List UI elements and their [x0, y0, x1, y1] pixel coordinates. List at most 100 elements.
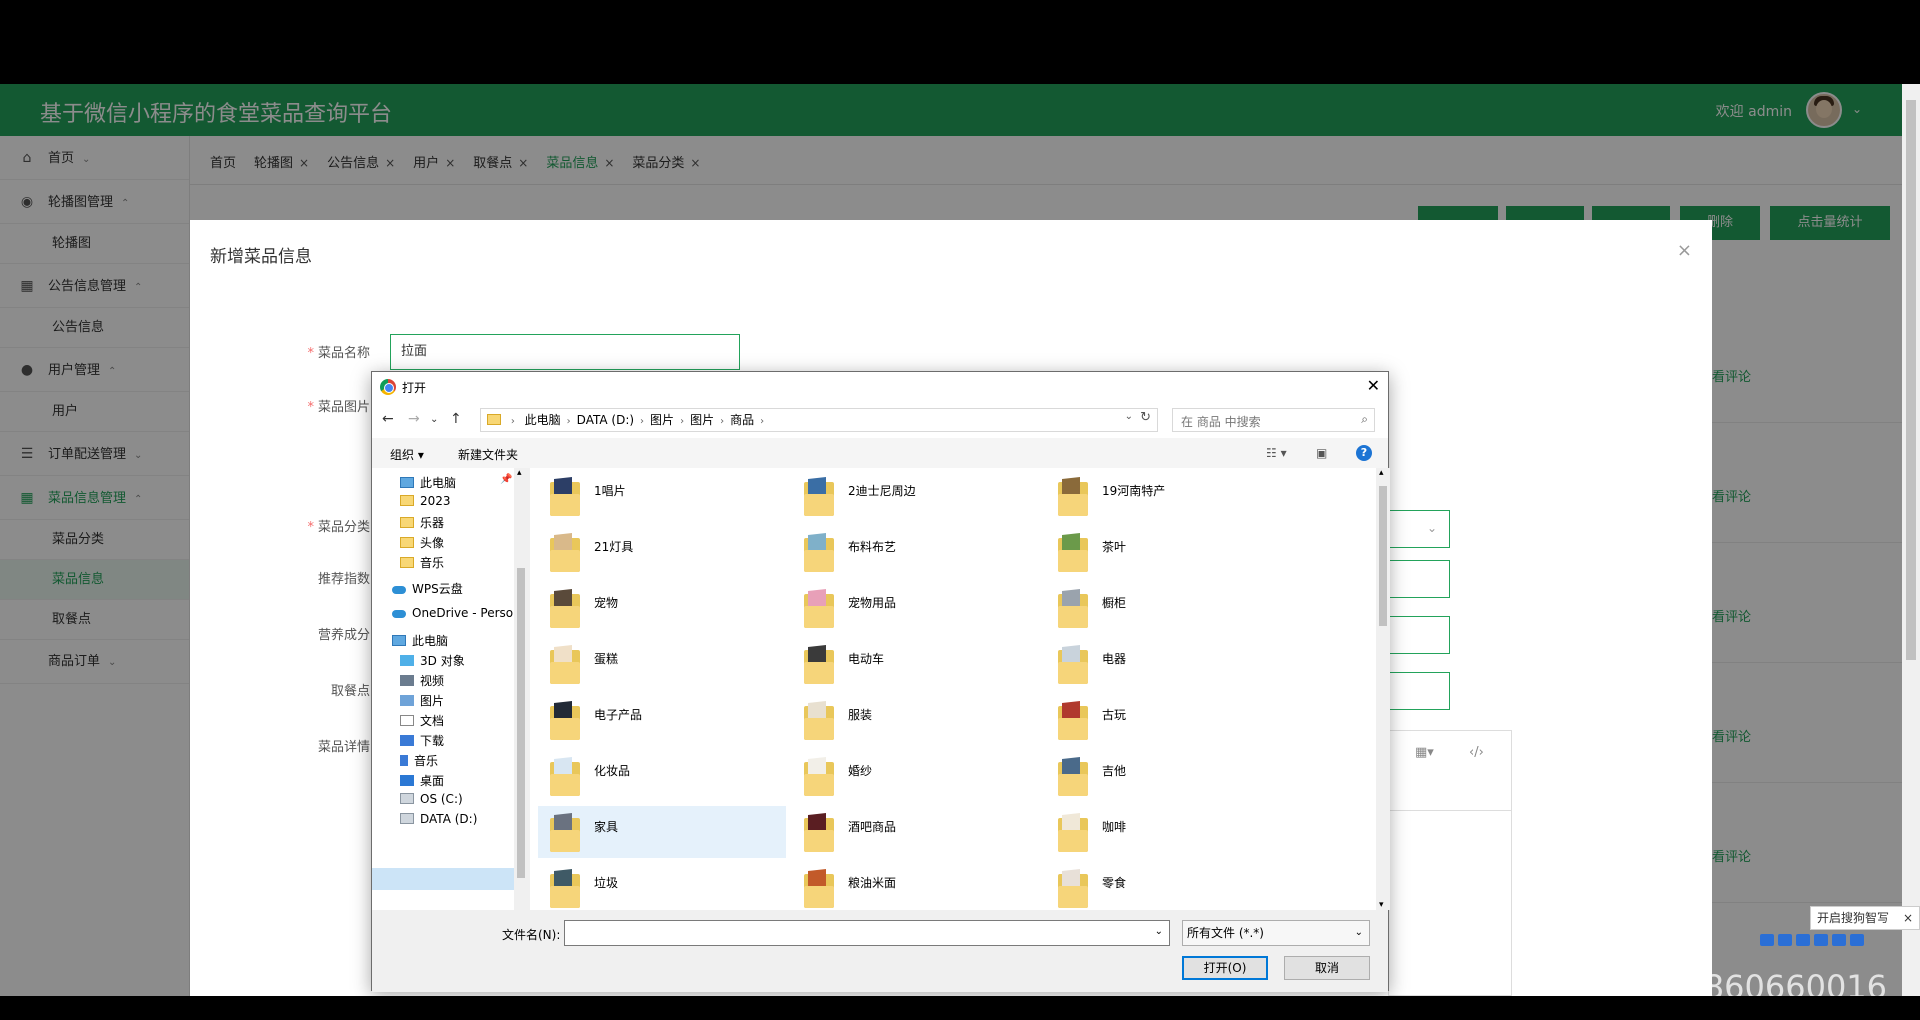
address-bar[interactable]: › 此电脑 › DATA (D:) › 图片 › 图片 › 商品 › ⌄ ↻ [480, 408, 1158, 432]
rich-text-editor[interactable]: ▦▾ ‹/› [1388, 730, 1512, 996]
folder-item[interactable]: 家具 [538, 806, 786, 858]
table-icon[interactable]: ▦▾ [1415, 745, 1434, 760]
tree-item[interactable]: 头像 [400, 534, 444, 551]
tree-scrollbar[interactable]: ▴ [514, 468, 528, 910]
folder-name: 宠物 [594, 596, 619, 610]
tree-item[interactable]: 乐器 [400, 514, 444, 531]
category-select[interactable]: ⌄ [1388, 510, 1450, 548]
tree-item[interactable]: 文档 [400, 712, 444, 729]
tree-item[interactable]: 3D 对象 [400, 652, 465, 669]
nutrition-input[interactable] [1388, 616, 1450, 654]
folder-item[interactable]: 化妆品 [538, 750, 786, 802]
folder-item[interactable]: 垃圾 [538, 862, 786, 910]
ime-icon[interactable] [1796, 934, 1810, 946]
close-icon[interactable]: × [1677, 240, 1692, 261]
new-folder-button[interactable]: 新建文件夹 [458, 446, 518, 463]
preview-pane-icon[interactable]: ▣ [1316, 446, 1327, 460]
folder-item[interactable]: 零食 [1046, 862, 1294, 910]
tree-item[interactable]: 音乐 [400, 554, 444, 571]
help-icon[interactable]: ? [1356, 445, 1372, 461]
file-list-scrollbar[interactable]: ▴ ▾ [1376, 468, 1390, 910]
code-icon[interactable]: ‹/› [1469, 745, 1484, 760]
folder-item[interactable]: 橱柜 [1046, 582, 1294, 634]
ime-icon[interactable] [1850, 934, 1864, 946]
ime-icon[interactable] [1778, 934, 1792, 946]
folder-item[interactable]: 布料布艺 [792, 526, 1040, 578]
folder-item[interactable]: 吉他 [1046, 750, 1294, 802]
page-scroll-thumb[interactable] [1906, 100, 1916, 660]
scroll-down-icon[interactable]: ▾ [1379, 900, 1384, 910]
breadcrumb-separator[interactable]: › [680, 416, 684, 427]
page-scrollbar[interactable] [1902, 84, 1920, 996]
tree-item[interactable]: 桌面 [400, 772, 444, 789]
breadcrumb-segment[interactable]: DATA (D:) [577, 409, 634, 431]
breadcrumb-separator[interactable]: › [760, 416, 764, 427]
folder-item[interactable]: 婚纱 [792, 750, 1040, 802]
folder-item[interactable]: 宠物 [538, 582, 786, 634]
forward-icon[interactable]: → [408, 411, 420, 427]
close-icon[interactable]: × [1903, 907, 1913, 929]
folder-item[interactable]: 1唱片 [538, 470, 786, 522]
tree-item[interactable]: 此电脑 [392, 632, 448, 649]
folder-item[interactable]: 茶叶 [1046, 526, 1294, 578]
filename-input[interactable]: ⌄ [564, 920, 1170, 946]
organize-button[interactable]: 组织 ▾ [390, 446, 424, 463]
folder-item[interactable]: 电器 [1046, 638, 1294, 690]
tree-item[interactable]: OS (C:) [400, 792, 463, 806]
recent-chevron-icon[interactable]: ⌄ [430, 414, 438, 425]
breadcrumb-separator[interactable]: › [720, 416, 724, 427]
cancel-button[interactable]: 取消 [1284, 956, 1370, 980]
search-input[interactable]: 在 商品 中搜索 ⌕ [1172, 408, 1375, 432]
up-icon[interactable]: ↑ [450, 411, 462, 427]
scroll-up-icon[interactable]: ▴ [517, 468, 522, 478]
folder-item[interactable]: 咖啡 [1046, 806, 1294, 858]
ime-icon[interactable] [1814, 934, 1828, 946]
chevron-down-icon[interactable]: ⌄ [1155, 926, 1163, 937]
tree-item[interactable]: 音乐 [400, 752, 438, 769]
folder-item[interactable]: 酒吧商品 [792, 806, 1040, 858]
breadcrumb-segment[interactable]: 图片 [650, 409, 674, 431]
folder-item[interactable]: 古玩 [1046, 694, 1294, 746]
folder-item[interactable]: 电动车 [792, 638, 1040, 690]
breadcrumb-segment[interactable]: 此电脑 [525, 409, 561, 431]
open-button[interactable]: 打开(O) [1182, 956, 1268, 980]
tree-item[interactable]: 图片 [400, 692, 444, 709]
filetype-select[interactable]: 所有文件 (*.*) ⌄ [1182, 920, 1370, 946]
folder-item[interactable]: 19河南特产 [1046, 470, 1294, 522]
breadcrumb-separator[interactable]: › [640, 416, 644, 427]
dish-name-input[interactable]: 拉面 [390, 334, 740, 370]
tree-scroll-thumb[interactable] [517, 568, 525, 878]
file-scroll-thumb[interactable] [1379, 486, 1387, 626]
breadcrumb-segment[interactable]: 图片 [690, 409, 714, 431]
view-options-icon[interactable]: ☷ ▾ [1266, 446, 1287, 460]
ime-icon[interactable] [1760, 934, 1774, 946]
scroll-up-icon[interactable]: ▴ [1379, 468, 1384, 478]
folder-item[interactable]: 蛋糕 [538, 638, 786, 690]
tree-item[interactable]: 此电脑 📌 [400, 474, 512, 491]
ime-toolbar[interactable]: 开启搜狗智写 × [1810, 906, 1920, 930]
refresh-icon[interactable]: ↻ [1140, 410, 1151, 425]
chrome-icon [380, 379, 396, 395]
breadcrumb-separator[interactable]: › [567, 416, 571, 427]
tree-item[interactable]: DATA (D:) [400, 812, 477, 826]
pickup-input[interactable] [1388, 672, 1450, 710]
folder-item[interactable]: 21灯具 [538, 526, 786, 578]
folder-item[interactable]: 宠物用品 [792, 582, 1040, 634]
tree-item[interactable]: 视频 [400, 672, 444, 689]
folder-item[interactable]: 服装 [792, 694, 1040, 746]
chevron-down-icon[interactable]: ⌄ [1125, 411, 1133, 422]
folder-icon [487, 414, 501, 425]
close-icon[interactable]: ✕ [1367, 376, 1380, 395]
folder-item[interactable]: 粮油米面 [792, 862, 1040, 910]
tree-item[interactable]: 下载 [400, 732, 444, 749]
folder-item[interactable]: 2迪士尼周边 [792, 470, 1040, 522]
folder-item[interactable]: 电子产品 [538, 694, 786, 746]
tree-item[interactable]: 2023 [400, 494, 451, 508]
tree-item[interactable]: WPS云盘 [392, 580, 463, 597]
recommend-input[interactable] [1388, 560, 1450, 598]
back-icon[interactable]: ← [382, 411, 394, 427]
ime-icon[interactable] [1832, 934, 1846, 946]
folder-name: 服装 [848, 708, 873, 722]
breadcrumb-segment[interactable]: 商品 [730, 409, 754, 431]
tree-item[interactable]: OneDrive - Perso [392, 606, 513, 620]
